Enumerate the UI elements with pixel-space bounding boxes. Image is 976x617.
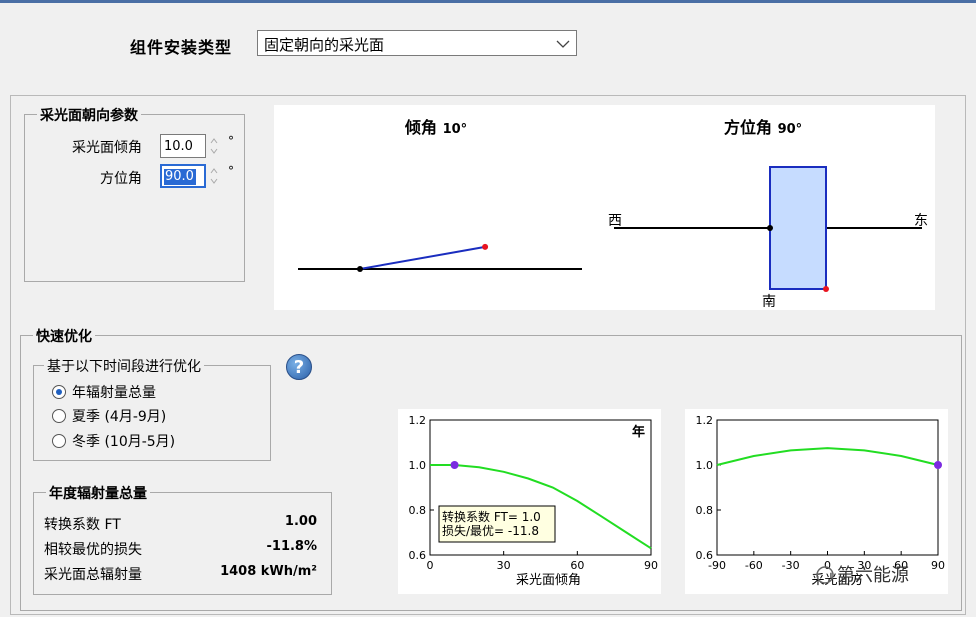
east-label: 东 (914, 213, 928, 229)
tilt-endpoint (482, 243, 489, 250)
current-point-marker (450, 461, 459, 469)
spinner-arrows-icon (210, 138, 218, 154)
orientation-title: 采光面朝向参数 (37, 105, 141, 125)
tilt-label: 采光面倾角 (72, 140, 142, 156)
pivot-point (767, 225, 773, 231)
spinner-arrows-icon (210, 168, 218, 184)
azimuth-spinner[interactable] (209, 165, 219, 187)
window-top-border (0, 0, 976, 3)
azimuth-chart: -90 -60 -30 0 30 60 901.21.00.80.6采光面方第六能源 (696, 414, 946, 588)
radio-summer[interactable]: 夏季 (4月-9月) (52, 406, 166, 426)
annotation-box: 转换系数 FT= 1.0损失/最优= -11.8 (438, 505, 556, 543)
irradiation-value: 1408 kWh/m² (220, 564, 317, 579)
ft-value: 1.00 (284, 514, 317, 529)
azimuth-selected-text: 90.0 (164, 169, 196, 185)
y-tick-label: 0.8 (696, 504, 714, 517)
tilt-unit: ° (228, 134, 234, 148)
y-tick-label: 1.0 (409, 459, 427, 472)
x-tick-label: 30 (497, 559, 511, 572)
radio-label: 年辐射量总量 (72, 385, 156, 401)
x-tick-label: 0 (824, 559, 831, 572)
help-icon[interactable]: ? (286, 354, 312, 380)
tilt-spinner[interactable] (209, 135, 219, 157)
ft-label: 转换系数 FT (44, 517, 121, 533)
radio-button[interactable] (52, 385, 66, 399)
panel-corner-point (823, 286, 829, 292)
radio-button[interactable] (52, 434, 66, 448)
annotation-line: 损失/最优= -11.8 (442, 523, 539, 538)
azimuth-input[interactable]: 90.0 (160, 164, 206, 188)
y-tick-label: 1.2 (409, 414, 427, 427)
quick-opt-title: 快速优化 (33, 326, 95, 346)
azimuth-diagram (614, 166, 922, 292)
x-tick-label: -60 (745, 559, 763, 572)
west-label: 西 (608, 213, 622, 229)
x-axis-label: 采光面倾角 (516, 573, 581, 588)
tilt-field[interactable] (162, 136, 204, 156)
loss-label: 相较最优的损失 (44, 542, 142, 558)
radio-label: 夏季 (4月-9月) (72, 409, 167, 425)
azimuth-unit: ° (228, 164, 234, 178)
y-tick-label: 1.0 (696, 459, 714, 472)
pivot-point (357, 266, 363, 272)
azimuth-label: 方位角 (100, 171, 142, 187)
tilt-input[interactable] (160, 134, 206, 158)
y-tick-label: 0.6 (696, 549, 714, 562)
tilt-panel-line (359, 245, 486, 270)
install-type-dropdown[interactable]: 固定朝向的采光面 (257, 30, 577, 56)
radio-button[interactable] (52, 409, 66, 423)
y-tick-label: 0.8 (409, 504, 427, 517)
x-tick-label: 60 (570, 559, 584, 572)
period-title: 基于以下时间段进行优化 (44, 356, 204, 376)
chevron-down-icon (556, 40, 570, 48)
radio-annual[interactable]: 年辐射量总量 (52, 382, 156, 402)
loss-value: -11.8% (266, 539, 318, 554)
annual-title: 年度辐射量总量 (46, 483, 150, 503)
annotation-line: 转换系数 FT= 1.0 (442, 509, 541, 524)
south-label: 南 (762, 294, 776, 310)
tilt-chart: 0 30 60 90 1.2 1.0 0.8 0.6 采光面倾角 年转换系数 FT= 1.0损失/… (409, 414, 659, 588)
panel-rect (769, 166, 827, 290)
corner-label: 年 (632, 424, 645, 440)
radio-label: 冬季 (10月-5月) (72, 434, 176, 450)
x-tick-label: 90 (931, 559, 945, 572)
y-tick-label: 0.6 (409, 549, 427, 562)
y-tick-label: 1.2 (696, 414, 714, 427)
x-tick-label: 90 (644, 559, 658, 572)
tilt-diagram (298, 243, 582, 272)
install-type-label: 组件安装类型 (130, 38, 233, 57)
install-type-value: 固定朝向的采光面 (264, 36, 385, 54)
plot-frame (716, 419, 939, 556)
radio-winter[interactable]: 冬季 (10月-5月) (52, 431, 175, 451)
irradiation-label: 采光面总辐射量 (44, 567, 142, 583)
current-point-marker (934, 461, 942, 469)
x-tick-label: -30 (782, 559, 800, 572)
x-tick-label: 0 (427, 559, 434, 572)
watermark-text: 第六能源 (837, 565, 909, 586)
